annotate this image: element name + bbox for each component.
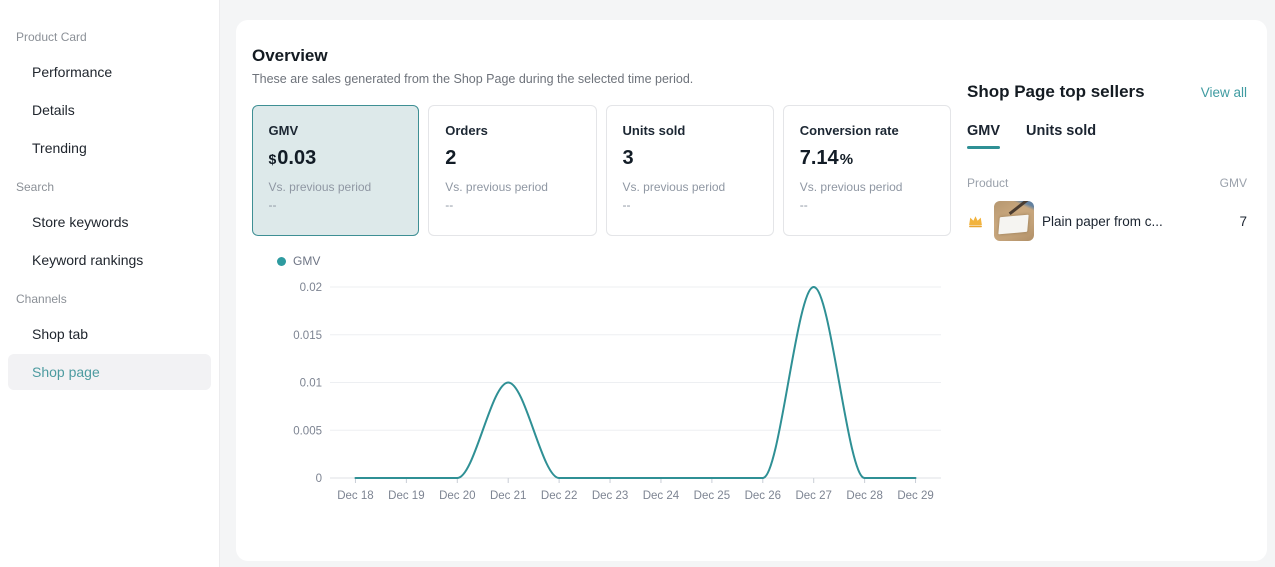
metric-value-number: 3 [623,147,634,169]
top-sellers-header: Shop Page top sellers View all [967,82,1247,102]
top-sellers-rows: Plain paper from c... 7 [967,201,1247,241]
sidebar: Product CardPerformanceDetailsTrending Se… [0,0,220,567]
svg-text:Dec 23: Dec 23 [592,490,628,502]
metric-value: 2 [445,147,579,170]
product-metric-value: 7 [1239,214,1247,229]
sidebar-section-search: SearchStore keywordsKeyword rankings [0,180,219,278]
svg-text:Dec 29: Dec 29 [897,490,933,502]
metric-compare-label: Vs. previous period [445,180,579,194]
svg-text:0: 0 [316,473,322,485]
metric-compare-value: -- [623,198,757,212]
table-row[interactable]: Plain paper from c... 7 [967,201,1247,241]
metric-value-prefix: $ [269,151,277,167]
svg-text:Dec 26: Dec 26 [745,490,781,502]
svg-text:Dec 20: Dec 20 [439,490,475,502]
metric-compare-value: -- [445,198,579,212]
paper-shape [998,215,1028,235]
sidebar-section-label: Search [0,180,219,204]
metric-card-conversion-rate[interactable]: Conversion rate 7.14% Vs. previous period -… [783,105,951,236]
metric-label: Units sold [623,123,757,138]
column-header-product: Product [967,176,1008,190]
top-sellers-tab-gmv[interactable]: GMV [967,123,1000,149]
sidebar-item-keyword-rankings[interactable]: Keyword rankings [8,242,211,278]
svg-text:Dec 18: Dec 18 [337,490,373,502]
metric-compare-label: Vs. previous period [269,180,403,194]
main-card: Overview These are sales generated from … [236,20,1267,561]
product-thumbnail [994,201,1034,241]
top-sellers-tabs: GMV Units sold [967,123,1247,149]
svg-text:Dec 22: Dec 22 [541,490,577,502]
metric-value: 3 [623,147,757,170]
metric-label: Conversion rate [800,123,934,138]
tab-active-underline [967,146,1000,149]
top-sellers-panel: Shop Page top sellers View all GMV Units … [967,20,1267,561]
metric-label: Orders [445,123,579,138]
sidebar-item-shop-page[interactable]: Shop page [8,354,211,390]
gmv-chart-svg: 0 0.005 0.01 0.015 0.02 Dec 18 Dec 19 Dec 20 Dec… [252,270,943,510]
sidebar-item-trending[interactable]: Trending [8,130,211,166]
svg-text:Dec 21: Dec 21 [490,490,526,502]
pen-shape [1008,201,1031,215]
sidebar-section-product-card: Product CardPerformanceDetailsTrending [0,30,219,166]
chart-legend[interactable]: GMV [252,254,951,268]
top-sellers-column-headers: Product GMV [967,176,1247,190]
sidebar-section-label: Product Card [0,30,219,54]
svg-text:0.005: 0.005 [293,425,322,437]
tab-label: Units sold [1026,123,1096,139]
overview-section: Overview These are sales generated from … [236,20,967,561]
sidebar-section-label: Channels [0,292,219,316]
metric-value-number: 2 [445,147,456,169]
metric-label: GMV [269,123,403,138]
page-subtitle: These are sales generated from the Shop … [252,72,951,86]
svg-text:0.015: 0.015 [293,330,322,342]
svg-text:0.01: 0.01 [300,378,322,390]
sidebar-item-performance[interactable]: Performance [8,54,211,90]
metric-card-gmv[interactable]: GMV $0.03 Vs. previous period -- [252,105,419,236]
metric-compare-label: Vs. previous period [800,180,934,194]
view-all-link[interactable]: View all [1201,85,1247,100]
column-header-metric: GMV [1220,176,1247,190]
metric-card-units-sold[interactable]: Units sold 3 Vs. previous period -- [606,105,774,236]
top-sellers-title: Shop Page top sellers [967,82,1145,102]
metric-card-orders[interactable]: Orders 2 Vs. previous period -- [428,105,596,236]
svg-text:Dec 27: Dec 27 [795,490,831,502]
crown-icon [967,213,984,230]
svg-text:Dec 25: Dec 25 [694,490,730,502]
sidebar-section-channels: ChannelsShop tabShop page [0,292,219,390]
legend-label: GMV [293,254,320,268]
metric-compare-value: -- [269,198,403,212]
top-sellers-tab-units-sold[interactable]: Units sold [1026,123,1096,149]
metric-value: 7.14% [800,147,934,170]
sidebar-item-details[interactable]: Details [8,92,211,128]
product-name: Plain paper from c... [1042,214,1231,229]
legend-dot-icon [277,257,286,266]
sidebar-item-store-keywords[interactable]: Store keywords [8,204,211,240]
svg-text:Dec 28: Dec 28 [846,490,882,502]
metric-value-suffix: % [840,151,853,168]
main-content: Overview These are sales generated from … [220,0,1275,567]
metric-compare-value: -- [800,198,934,212]
metric-compare-label: Vs. previous period [623,180,757,194]
gmv-line-chart: 0 0.005 0.01 0.015 0.02 Dec 18 Dec 19 Dec 20 Dec… [252,270,951,510]
app-window: Product CardPerformanceDetailsTrending Se… [0,0,1275,567]
page-title: Overview [252,46,951,66]
sidebar-item-shop-tab[interactable]: Shop tab [8,316,211,352]
metric-value-number: 0.03 [277,147,316,169]
tab-active-underline [1026,146,1096,149]
metric-value-number: 7.14 [800,147,839,169]
metric-cards-row: GMV $0.03 Vs. previous period -- Orders 2 Vs. … [252,105,951,236]
svg-text:Dec 24: Dec 24 [643,490,680,502]
svg-text:Dec 19: Dec 19 [388,490,424,502]
svg-text:0.02: 0.02 [300,282,322,294]
metric-value: $0.03 [269,147,403,170]
tab-label: GMV [967,123,1000,139]
